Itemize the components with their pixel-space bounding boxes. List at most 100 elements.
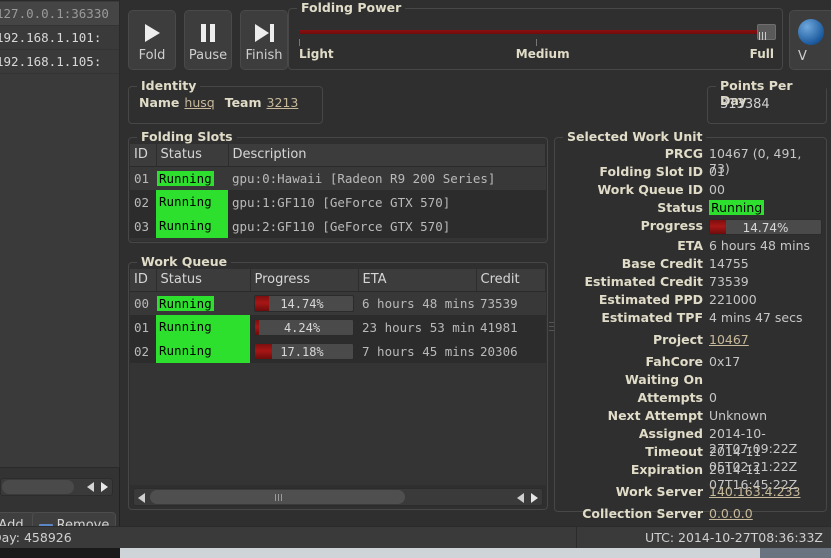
slider-label-light: Light [299,47,334,61]
desktop-strip [0,548,831,558]
col-header-id[interactable]: ID [130,269,157,292]
estimated-tpf-row: Estimated TPF 4 mins 47 secs [555,310,822,327]
base-credit-label: Base Credit [621,256,703,271]
slot-description: gpu:0:Hawaii [Radeon R9 200 Series] [228,166,546,190]
scrollbar-thumb[interactable] [150,490,405,504]
table-row[interactable]: 02 Running 17.18% 7 hours 45 mins 20306 [130,339,546,363]
status-day-text: Day: 458926 [0,530,72,545]
collection-server-link[interactable]: 0.0.0.0 [709,506,753,521]
assigned-row: Assigned 2014-10-27T07:09:22Z [555,426,822,456]
scroll-left-icon-2[interactable] [517,493,524,503]
finish-button[interactable]: Finish [240,10,288,70]
main-content: Fold Pause Finish Folding Power Light Me… [120,0,831,558]
work-queue-group: Work Queue ID Status Progress ETA Credit… [128,254,548,510]
wq-id: 02 [130,339,156,363]
work-server-row: Work Server 140.163.4.233 [555,484,822,501]
name-value-link[interactable]: husq [184,95,214,110]
eta-label: ETA [677,238,703,253]
project-link[interactable]: 10467 [709,332,749,347]
wq-eta: 6 hours 48 mins [358,291,476,315]
slot-status: Running [156,190,228,214]
list-item[interactable]: 192.168.1.105: [0,50,119,74]
scroll-left-icon[interactable] [87,482,94,492]
scrollbar-thumb[interactable] [2,480,74,494]
status-badge: Running [709,200,765,215]
viewer-button-label: V [798,49,807,64]
estimated-ppd-label: Estimated PPD [598,292,703,307]
col-header-eta[interactable]: ETA [358,269,477,292]
identity-row: Name husq Team 3213 [139,95,308,110]
work-queue-id-row: Work Queue ID 00 [555,182,822,199]
finish-button-label: Finish [245,48,283,63]
wq-status: Running [156,315,250,339]
sidebar-horizontal-scrollbar[interactable] [0,478,113,496]
globe-icon [798,19,824,45]
col-header-credit[interactable]: Credit [476,269,546,292]
fahcore-label: FahCore [645,354,703,369]
slider-handle[interactable] [757,24,776,40]
slot-id: 02 [130,190,156,214]
prcg-row: PRCG 10467 (0, 491, 73) [555,146,822,176]
pause-button[interactable]: Pause [184,10,232,70]
waiting-on-label: Waiting On [624,372,703,387]
expiration-label: Expiration [630,462,703,477]
folding-slots-title: Folding Slots [137,129,237,144]
folding-slot-id-row: Folding Slot ID 01 [555,164,822,181]
slider-label-full: Full [749,47,774,61]
estimated-credit-row: Estimated Credit 73539 [555,274,822,291]
table-row[interactable]: 01 Running 4.24% 23 hours 53 mins 41981 [130,315,546,339]
col-header-id[interactable]: ID [130,144,157,167]
folding-power-title: Folding Power [297,0,406,15]
wq-status: Running [156,291,250,315]
scroll-right-icon[interactable] [101,482,108,492]
wq-credit: 41981 [476,315,546,339]
toolbar: Fold Pause Finish Folding Power Light Me… [120,0,831,78]
list-item[interactable]: 127.0.0.1:36330 [0,2,119,26]
wq-credit: 73539 [476,291,546,315]
estimated-tpf-value: 4 mins 47 secs [709,310,803,325]
estimated-ppd-row: Estimated PPD 221000 [555,292,822,309]
base-credit-value: 14755 [709,256,749,271]
table-row[interactable]: 00 Running 14.74% 6 hours 48 mins 73539 [130,291,546,315]
wq-status: Running [156,339,250,363]
scroll-left-icon[interactable] [138,493,145,503]
col-header-status[interactable]: Status [156,269,251,292]
work-queue-table[interactable]: ID Status Progress ETA Credit 00 Running… [130,269,546,485]
slider-tick-light [299,39,300,46]
estimated-tpf-label: Estimated TPF [601,310,703,325]
scroll-right-icon[interactable] [531,493,538,503]
slider-track [299,30,772,34]
col-header-progress[interactable]: Progress [250,269,359,292]
client-list[interactable]: 127.0.0.1:36330 192.168.1.101: 192.168.1… [0,0,120,468]
table-row[interactable]: 03 Running gpu:2:GF110 [GeForce GTX 570] [130,214,546,238]
work-server-link[interactable]: 140.163.4.233 [709,484,800,499]
client-sidebar: 127.0.0.1:36330 192.168.1.101: 192.168.1… [0,0,120,558]
wq-eta: 7 hours 45 mins [358,339,476,363]
prcg-label: PRCG [664,146,703,161]
col-header-description[interactable]: Description [228,144,546,167]
identity-title: Identity [137,78,201,93]
slot-id: 01 [130,166,156,190]
table-row[interactable]: 01 Running gpu:0:Hawaii [Radeon R9 200 S… [130,166,546,190]
folding-slots-table[interactable]: ID Status Description 01 Running gpu:0:H… [130,144,546,241]
play-icon [129,24,175,46]
waiting-on-row: Waiting On [555,372,822,389]
status-label: Status [657,200,703,215]
table-row[interactable]: 02 Running gpu:1:GF110 [GeForce GTX 570] [130,190,546,214]
list-item[interactable]: 192.168.1.101: [0,26,119,50]
attempts-row: Attempts 0 [555,390,822,407]
collection-server-row: Collection Server 0.0.0.0 [555,506,822,523]
progress-label: Progress [640,218,703,233]
timeout-row: Timeout 2014-11-05T02:21:22Z [555,444,822,474]
next-attempt-row: Next Attempt Unknown [555,408,822,425]
work-queue-horizontal-scrollbar[interactable] [133,488,543,506]
work-queue-id-value: 00 [709,182,725,197]
team-value-link[interactable]: 3213 [267,95,299,110]
viewer-button[interactable]: V [789,10,831,70]
fold-button[interactable]: Fold [128,10,176,70]
fold-button-label: Fold [138,48,166,63]
wq-credit: 20306 [476,339,546,363]
col-header-status[interactable]: Status [156,144,229,167]
project-value: 10467 [709,332,822,347]
folding-power-slider[interactable] [299,24,776,40]
